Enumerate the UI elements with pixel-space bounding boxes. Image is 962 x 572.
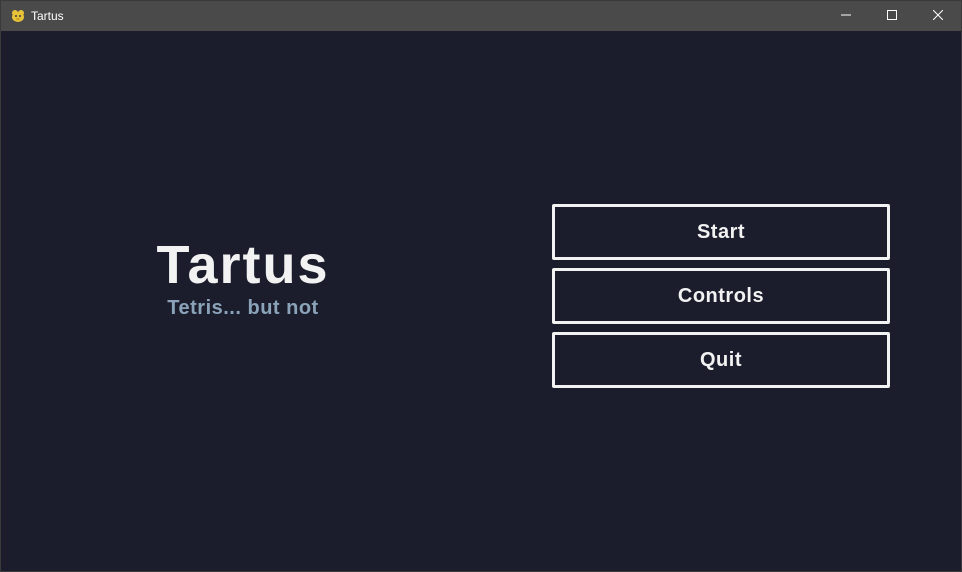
controls-button[interactable]: Controls: [552, 268, 890, 324]
window-title: Tartus: [31, 9, 64, 23]
app-window: Tartus Tartus Tetris... but not Start Co…: [0, 0, 962, 572]
main-menu: Start Controls Quit: [552, 204, 890, 396]
maximize-icon: [887, 7, 897, 25]
close-button[interactable]: [915, 1, 961, 31]
game-tagline: Tetris... but not: [167, 297, 319, 319]
maximize-button[interactable]: [869, 1, 915, 31]
python-snake-icon: [10, 8, 26, 24]
minimize-button[interactable]: [823, 1, 869, 31]
window-controls: [823, 1, 961, 31]
title-bar[interactable]: Tartus: [1, 1, 961, 31]
game-title: Tartus: [156, 235, 330, 295]
brand-block: Tartus Tetris... but not: [93, 234, 393, 320]
start-button[interactable]: Start: [552, 204, 890, 260]
game-canvas: Tartus Tetris... but not Start Controls …: [1, 31, 961, 571]
close-icon: [932, 7, 944, 25]
quit-button[interactable]: Quit: [552, 332, 890, 388]
minimize-icon: [841, 7, 851, 25]
